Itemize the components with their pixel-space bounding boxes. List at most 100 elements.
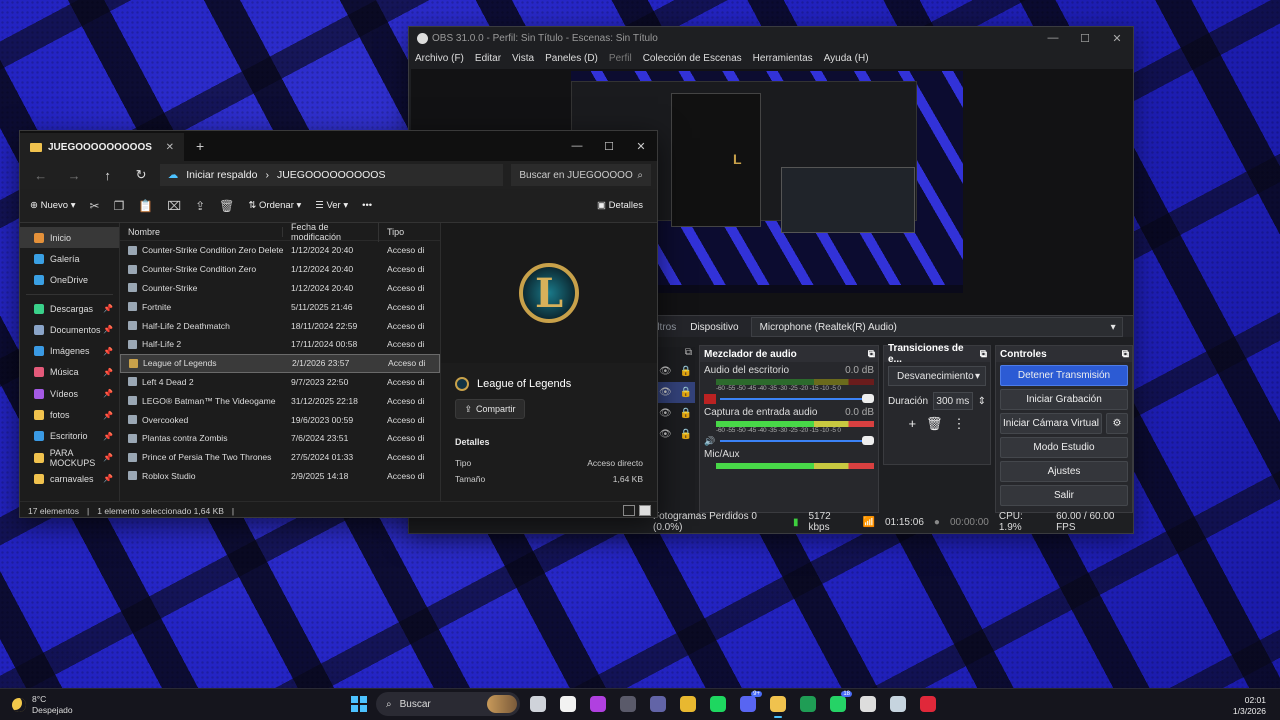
maximize-icon[interactable]: ☐ [1069,32,1101,45]
lock-icon[interactable]: 🔒 [680,408,692,419]
sidebar-item-5[interactable]: Imágenes 📌 [20,340,119,361]
forward-icon[interactable]: → [59,168,88,183]
minimize-icon[interactable]: — [1037,32,1069,44]
speaker-icon[interactable]: 🔊 [704,436,716,446]
virtual-camera-button[interactable]: Iniciar Cámara Virtual [1000,413,1102,434]
refresh-icon[interactable]: ↻ [126,167,155,183]
close-tab-icon[interactable]: ✕ [166,142,174,153]
eye-icon[interactable]: 👁 [659,429,672,440]
minimize-icon[interactable]: — [561,140,593,153]
back-icon[interactable]: ← [26,168,55,183]
discord-icon[interactable]: 9+ [736,691,762,716]
close-icon[interactable]: ✕ [1101,32,1133,45]
sidebar-item-4[interactable]: Documentos 📌 [20,319,119,340]
explorer-tab[interactable]: JUEGOOOOOOOOOS ✕ [20,133,184,161]
spotify-icon[interactable] [706,692,730,716]
lock-icon[interactable]: 🔒 [680,366,692,377]
eye-icon[interactable]: 👁 [659,366,672,377]
path-segment[interactable]: JUEGOOOOOOOOOS [277,169,386,181]
steam-icon[interactable] [886,692,910,716]
column-name[interactable]: Nombre [120,226,283,237]
details-view-icon[interactable] [623,505,635,516]
tiles-view-icon[interactable] [639,505,651,516]
more-icon[interactable]: ••• [362,200,372,211]
obs-titlebar[interactable]: OBS 31.0.0 - Perfil: Sin Título - Escena… [409,27,1133,49]
source-row[interactable]: 👁 🔒 [655,403,695,424]
file-row[interactable]: Prince of Persia The Two Thrones 27/5/202… [120,448,440,467]
windows-start-icon[interactable] [348,693,370,715]
task-view-icon[interactable] [526,692,550,716]
file-row[interactable]: League of Legends 2/1/2026 23:57 Acceso di… [120,353,440,373]
file-row[interactable]: Half-Life 2 17/11/2024 00:58 Acceso dir [120,335,440,354]
spinner-icon[interactable]: ⇕ [978,396,986,407]
address-input[interactable]: ☁ Iniciar respaldo › JUEGOOOOOOOOOS [159,164,504,186]
menu-paneles[interactable]: Paneles (D) [545,53,598,64]
volume-slider[interactable] [720,394,874,403]
more-icon[interactable]: ⋮ [953,416,966,432]
column-date[interactable]: Fecha de modificación [283,221,379,242]
share-icon[interactable]: ⇪ [195,199,205,213]
sidebar-item-3[interactable]: Descargas 📌 [20,298,119,319]
weather-widget[interactable]: 8°C Despejado [0,694,200,716]
sidebar-item-10[interactable]: PARA MOCKUPS 📌 [20,447,119,468]
share-button[interactable]: ⇪ Compartir [455,399,525,419]
source-row[interactable]: 👁 🔒 [655,382,695,403]
sidebar-item-9[interactable]: Escritorio 📌 [20,426,119,447]
file-row[interactable]: Counter-Strike 1/12/2024 20:40 Acceso dir [120,279,440,298]
new-tab-icon[interactable]: + [196,138,204,154]
menu-coleccion[interactable]: Colección de Escenas [643,53,742,64]
rename-icon[interactable]: ⌧ [167,199,181,213]
circle-app-icon[interactable] [586,692,610,716]
source-row[interactable]: 👁 🔒 [655,424,695,445]
sidebar-item-7[interactable]: Vídeos 📌 [20,383,119,404]
delete-icon[interactable]: 🗑 [219,199,234,213]
sidebar-item-8[interactable]: fotos 📌 [20,404,119,425]
volume-slider[interactable] [720,436,874,445]
dock-float-icon[interactable]: ⧉ [1122,349,1129,360]
sidebar-item-2[interactable]: OneDrive [20,270,119,291]
sidebar-item-0[interactable]: Inicio [20,227,119,249]
view-button[interactable]: ☰ Ver ▾ [315,200,348,211]
file-row[interactable]: Counter-Strike Condition Zero Deleted S.… [120,241,440,260]
start-recording-button[interactable]: Iniciar Grabación [1000,389,1128,410]
search-input[interactable]: Buscar en JUEGOOOOO ⌕ [511,164,651,186]
cube-app-icon[interactable] [616,692,640,716]
slider-knob[interactable] [862,436,874,445]
paste-icon[interactable]: 📋 [138,199,153,213]
cut-icon[interactable]: ✂ [90,199,100,213]
eye-icon[interactable]: 👁 [659,387,672,398]
lock-icon[interactable]: 🔒 [680,387,692,398]
device-select[interactable]: Microphone (Realtek(R) Audio) ▾ [750,317,1123,337]
source-row[interactable]: 👁 🔒 [655,361,695,382]
sort-button[interactable]: ⇅ Ordenar ▾ [248,200,301,211]
dock-float-icon[interactable]: ⧉ [655,347,695,361]
explorer-icon[interactable] [766,692,790,718]
dock-float-icon[interactable]: ⧉ [980,349,987,360]
studio-mode-button[interactable]: Modo Estudio [1000,437,1128,458]
trash-icon[interactable]: 🗑 [926,416,943,432]
menu-editar[interactable]: Editar [475,53,501,64]
file-row[interactable]: Overcooked 19/6/2023 00:59 Acceso dir [120,410,440,429]
dock-float-icon[interactable]: ⧉ [868,349,875,360]
chrome-icon[interactable] [676,692,700,716]
sidebar-item-6[interactable]: Música 📌 [20,362,119,383]
column-type[interactable]: Tipo [379,227,424,237]
exit-button[interactable]: Salir [1000,485,1128,506]
backup-link[interactable]: Iniciar respaldo [186,169,257,181]
gear-icon[interactable]: ⚙ [1106,413,1128,434]
settings-button[interactable]: Ajustes [1000,461,1128,482]
copy-icon[interactable]: ❐ [114,199,125,213]
eye-icon[interactable]: 👁 [659,408,672,419]
file-row[interactable]: Fortnite 5/11/2025 21:46 Acceso dir [120,297,440,316]
menu-archivo[interactable]: Archivo (F) [415,53,464,64]
file-icon[interactable] [556,692,580,716]
menu-herramientas[interactable]: Herramientas [753,53,813,64]
maximize-icon[interactable]: ☐ [593,140,625,153]
slider-knob[interactable] [862,394,874,403]
file-row[interactable]: Counter-Strike Condition Zero 1/12/2024 2… [120,260,440,279]
menu-ayuda[interactable]: Ayuda (H) [824,53,869,64]
muted-speaker-icon[interactable] [704,394,716,404]
sidebar-item-11[interactable]: carnavales 📌 [20,468,119,489]
file-row[interactable]: Left 4 Dead 2 9/7/2023 22:50 Acceso dir [120,373,440,392]
file-row[interactable]: Plantas contra Zombis 7/6/2024 23:51 Acces… [120,429,440,448]
